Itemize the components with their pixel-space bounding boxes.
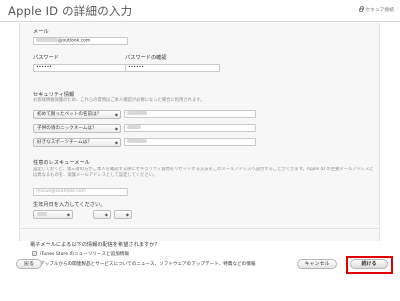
security-question-3-select[interactable]: 好きなスポーツチームは？ ◆ bbox=[33, 138, 121, 147]
redacted-text bbox=[37, 211, 47, 216]
rescue-email-field[interactable]: rescue@example.com bbox=[33, 188, 128, 196]
security-question-2-select[interactable]: 子供の頃のニックネームは？ ◆ bbox=[33, 124, 121, 133]
security-answer-2-field[interactable] bbox=[124, 124, 256, 132]
email-label: メール bbox=[33, 29, 49, 35]
security-question-3-label: 好きなスポーツチームは？ bbox=[37, 140, 92, 145]
continue-highlight bbox=[346, 256, 393, 274]
divider bbox=[20, 228, 379, 229]
lock-icon bbox=[359, 5, 365, 12]
newsletter-itunes-label: iTunes Store のニューリリースと追加情報 bbox=[40, 252, 129, 257]
birthday-label: 生年月日を入力してください。 bbox=[33, 202, 106, 208]
security-question-1-select[interactable]: 初めて飼ったペットの名前は？ ◆ bbox=[33, 110, 121, 119]
rescue-email-placeholder: rescue@example.com bbox=[36, 189, 86, 194]
redacted-text bbox=[127, 125, 141, 129]
birth-year-select[interactable]: ◆ bbox=[33, 210, 73, 219]
password-confirm-value: •••••• bbox=[128, 65, 144, 70]
back-button[interactable]: 戻る bbox=[16, 259, 42, 269]
birth-day-select[interactable]: ◆ bbox=[114, 210, 132, 219]
checkmark-icon: ✓ bbox=[33, 251, 37, 256]
rescue-email-hint: 設定しておくと、第三者の方がご本人を確認する際にセキュリティ質問をリセットする方… bbox=[33, 167, 374, 178]
newsletter-apple-label: アップルからの関連製品とサービスについてのニュース、ソフトウェアのアップデート、… bbox=[40, 262, 256, 267]
newsletter-itunes-checkbox[interactable]: ✓ bbox=[32, 251, 37, 256]
password-confirm-field[interactable]: •••••• bbox=[125, 64, 220, 72]
chevron-icon: ◆ bbox=[104, 212, 108, 217]
header: Apple ID の詳細の入力 セキュア接続 bbox=[0, 0, 400, 22]
security-info-hint: お客様情報保護のため、これらの質問はご本人確認が必要になった場合に利用されます。 bbox=[33, 98, 205, 103]
secure-connection: セキュア接続 bbox=[359, 5, 394, 13]
email-field[interactable]: @outlook.com bbox=[33, 37, 128, 45]
secure-connection-label: セキュア接続 bbox=[365, 8, 394, 13]
rescue-email-label: 任意のレスキューメール bbox=[33, 160, 90, 166]
redacted-text bbox=[127, 139, 147, 143]
security-answer-3-field[interactable] bbox=[124, 138, 256, 146]
birth-month-select[interactable]: ◆ bbox=[93, 210, 111, 219]
password-field[interactable]: •••••• bbox=[33, 64, 128, 72]
chevron-icon: ◆ bbox=[114, 140, 118, 145]
security-info-label: セキュリティ情報 bbox=[33, 92, 75, 98]
newsletter-label: 電子メールによる以下の情報の配信を希望されますか？ bbox=[30, 242, 160, 248]
email-value: @outlook.com bbox=[58, 38, 91, 44]
security-question-2-label: 子供の頃のニックネームは？ bbox=[37, 126, 97, 131]
page-title: Apple ID の詳細の入力 bbox=[8, 4, 133, 18]
cancel-button[interactable]: キャンセル bbox=[297, 259, 337, 269]
chevron-icon: ◆ bbox=[125, 212, 129, 217]
security-question-1-label: 初めて飼ったペットの名前は？ bbox=[37, 112, 102, 117]
form-panel: メール @outlook.com パスワード •••••• パスワードの確認 •… bbox=[19, 23, 380, 241]
password-label: パスワード bbox=[33, 55, 59, 61]
chevron-icon: ◆ bbox=[114, 112, 118, 117]
chevron-icon: ◆ bbox=[66, 212, 70, 217]
password-value: •••••• bbox=[36, 65, 52, 70]
security-answer-1-field[interactable] bbox=[124, 110, 256, 118]
password-confirm-label: パスワードの確認 bbox=[125, 55, 167, 61]
redacted-text bbox=[127, 111, 147, 115]
redacted-text bbox=[36, 38, 58, 42]
chevron-icon: ◆ bbox=[114, 126, 118, 131]
